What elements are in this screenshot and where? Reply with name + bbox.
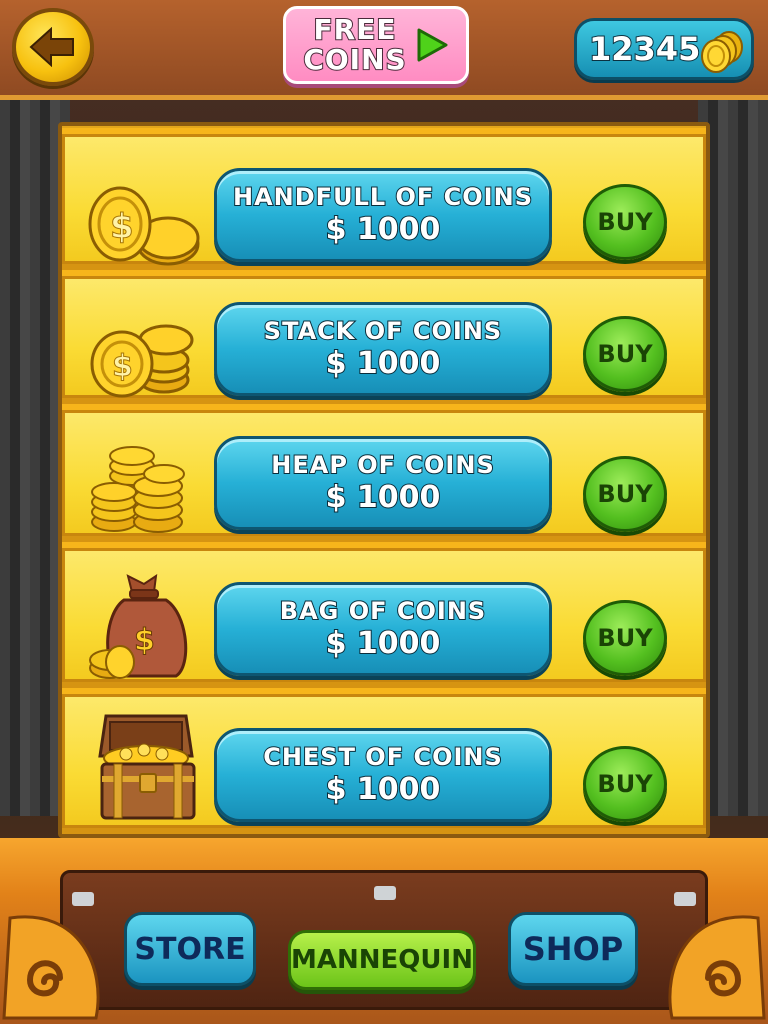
coins-icon xyxy=(701,31,743,73)
buy-label: BUY xyxy=(597,340,653,368)
swirl-ornament-icon xyxy=(668,915,766,1020)
buy-label: BUY xyxy=(597,770,653,798)
pack-bag: BAG OF COINS $ 1000 xyxy=(214,582,552,676)
buy-label: BUY xyxy=(597,480,653,508)
buy-button-chest[interactable]: BUY xyxy=(583,746,667,822)
buy-button-stack[interactable]: BUY xyxy=(583,316,667,392)
coin-handful-icon: $ xyxy=(88,186,200,266)
free-coins-line2: COINS xyxy=(302,43,407,76)
coin-stack-icon: $ xyxy=(90,324,194,398)
mannequin-label: MANNEQUIN xyxy=(291,945,473,975)
top-bar: FREE COINS 12345 xyxy=(0,0,768,100)
back-button[interactable] xyxy=(12,8,94,86)
play-icon xyxy=(417,28,448,62)
mannequin-button[interactable]: MANNEQUIN xyxy=(288,930,476,990)
pack-handful: HANDFULL OF COINS $ 1000 xyxy=(214,168,552,262)
free-coins-label: FREE COINS xyxy=(302,13,407,76)
buy-button-handful[interactable]: BUY xyxy=(583,184,667,260)
svg-text:$: $ xyxy=(112,349,133,384)
pack-chest: CHEST OF COINS $ 1000 xyxy=(214,728,552,822)
coin-heap-icon xyxy=(91,446,185,533)
pack-name: BAG OF COINS xyxy=(279,596,487,626)
back-arrow-icon xyxy=(29,27,74,67)
free-coins-line1: FREE xyxy=(313,13,397,46)
coin-balance-display: 12345 xyxy=(574,18,754,80)
spotlight-icon xyxy=(674,892,696,906)
store-label: STORE xyxy=(134,931,246,967)
pack-price: $ 1000 xyxy=(325,479,442,516)
pack-name: CHEST OF COINS xyxy=(262,742,503,772)
coin-bag-icon: $ xyxy=(89,574,188,679)
free-coins-button[interactable]: FREE COINS xyxy=(283,6,469,84)
shop-button[interactable]: SHOP xyxy=(508,912,638,986)
pack-price: $ 1000 xyxy=(325,625,442,662)
pack-price: $ 1000 xyxy=(325,211,442,248)
pack-price: $ 1000 xyxy=(325,771,442,808)
buy-button-heap[interactable]: BUY xyxy=(583,456,667,532)
pack-name: HEAP OF COINS xyxy=(270,450,495,480)
treasure-chest-icon xyxy=(98,714,196,820)
pack-name: STACK OF COINS xyxy=(263,316,503,346)
spotlight-icon xyxy=(72,892,94,906)
coin-balance-value: 12345 xyxy=(588,29,701,69)
svg-text:$: $ xyxy=(134,623,155,658)
pack-stack: STACK OF COINS $ 1000 xyxy=(214,302,552,396)
shop-label: SHOP xyxy=(522,930,624,968)
swirl-ornament-icon xyxy=(2,915,100,1020)
pack-price: $ 1000 xyxy=(325,345,442,382)
pack-name: HANDFULL OF COINS xyxy=(232,182,533,212)
shop-screen: FREE COINS 12345 $ HANDFULL OF COINS $ 1… xyxy=(0,0,768,1024)
spotlight-icon xyxy=(374,886,396,900)
buy-label: BUY xyxy=(597,624,653,652)
buy-label: BUY xyxy=(597,208,653,236)
svg-text:$: $ xyxy=(110,207,134,247)
store-button[interactable]: STORE xyxy=(124,912,256,986)
buy-button-bag[interactable]: BUY xyxy=(583,600,667,676)
pack-heap: HEAP OF COINS $ 1000 xyxy=(214,436,552,530)
